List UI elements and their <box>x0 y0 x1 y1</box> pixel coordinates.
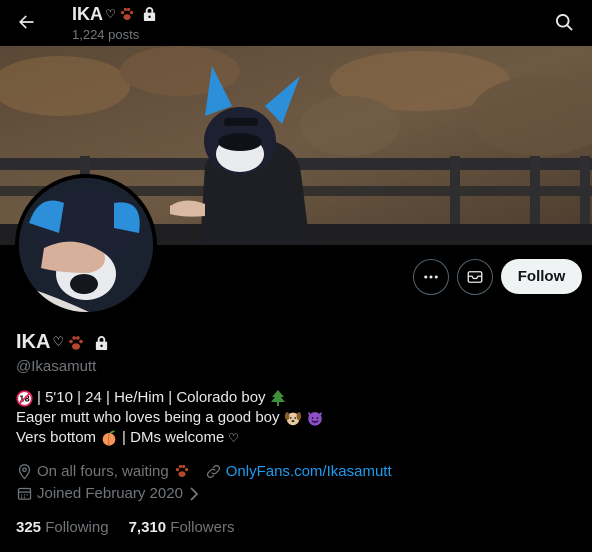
bio-line-3: Vers bottom | DMs welcome ♡ <box>16 428 324 448</box>
top-bar: IKA ♡ 1,224 posts <box>0 0 592 46</box>
profile-handle: @Ikasamutt <box>16 358 97 375</box>
peach-icon <box>102 430 116 446</box>
follow-button[interactable]: Follow <box>501 259 582 294</box>
header-name-row: IKA ♡ <box>72 3 157 25</box>
evergreen-tree-icon <box>270 390 285 406</box>
profile-name-row: IKA ♡ <box>16 331 109 354</box>
paw-icon <box>69 335 83 350</box>
paw-icon <box>175 464 188 478</box>
post-count: 1,224 posts <box>72 27 140 42</box>
followers-stat-link[interactable]: 7,310 Followers <box>129 519 235 536</box>
bio-text-2: Eager mutt who loves being a good boy <box>16 409 280 426</box>
profile-website-link[interactable]: OnlyFans.com/Ikasamutt <box>226 463 392 480</box>
message-button[interactable] <box>457 259 493 295</box>
follow-stats: 325 Following 7,310 Followers <box>16 519 234 536</box>
more-options-button[interactable] <box>413 259 449 295</box>
followers-count: 7,310 <box>128 519 167 536</box>
paw-icon <box>120 7 133 21</box>
following-label: Following <box>45 519 109 536</box>
lock-icon <box>143 6 155 22</box>
profile-avatar[interactable] <box>15 174 157 316</box>
profile-bio: 18 | 5'10 | 24 | He/Him | Colorado boy E… <box>16 388 324 448</box>
header-name: IKA <box>72 4 103 24</box>
bio-text-3a: Vers bottom <box>16 429 97 446</box>
bio-line-2: Eager mutt who loves being a good boy <box>16 408 324 428</box>
chevron-right-icon[interactable] <box>187 486 201 502</box>
profile-name: IKA <box>16 331 51 353</box>
dog-face-icon <box>284 412 301 426</box>
search-icon <box>556 14 573 31</box>
lock-icon <box>95 335 108 350</box>
location-pin-icon <box>18 463 31 479</box>
profile-meta-row-2: Joined February 2020 <box>16 485 201 502</box>
arrow-left-icon <box>19 15 34 29</box>
bio-text-3b: | DMs welcome <box>122 429 225 446</box>
under-18-icon: 18 <box>16 389 33 407</box>
profile-meta-row-1: On all fours, waiting OnlyFans.com/Ikasa… <box>16 462 392 480</box>
heart-outline-icon: ♡ <box>228 431 240 445</box>
following-count: 325 <box>16 519 42 536</box>
envelope-icon <box>467 271 483 283</box>
followers-label: Followers <box>170 519 235 536</box>
more-horizontal-icon <box>424 275 438 279</box>
following-stat-link[interactable]: 325 Following <box>16 519 109 536</box>
profile-location: On all fours, waiting <box>37 462 169 480</box>
profile-joined-date: Joined February 2020 <box>37 485 183 502</box>
bio-text-1: | 5'10 | 24 | He/Him | Colorado boy <box>37 389 266 406</box>
back-button[interactable] <box>12 8 40 36</box>
smiling-devil-icon <box>307 412 322 426</box>
header-title-block: IKA ♡ 1,224 posts <box>72 3 157 42</box>
heart-outline-icon: ♡ <box>52 335 65 350</box>
link-icon <box>206 464 220 478</box>
avatar-image <box>19 178 153 312</box>
search-button[interactable] <box>550 8 578 36</box>
calendar-icon <box>17 487 32 500</box>
heart-outline-icon: ♡ <box>105 7 116 21</box>
bio-line-1: 18 | 5'10 | 24 | He/Him | Colorado boy <box>16 388 324 408</box>
